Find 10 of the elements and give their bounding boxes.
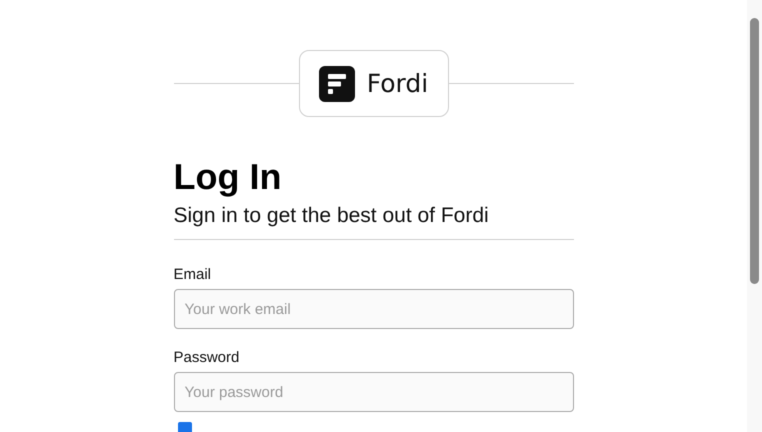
logo-icon bbox=[318, 66, 355, 102]
logo-text: Fordi bbox=[366, 69, 428, 98]
remember-checkbox[interactable] bbox=[178, 422, 192, 432]
input-field[interactable]: Your password bbox=[174, 372, 574, 412]
page-subtitle: Sign in to get the best out of Fordi bbox=[174, 203, 490, 229]
field-label: Password bbox=[174, 349, 240, 367]
scrollbar[interactable] bbox=[747, 0, 762, 432]
field-label: Email bbox=[174, 266, 212, 284]
page-title: Log In bbox=[174, 157, 282, 197]
input-field[interactable]: Your work email bbox=[174, 289, 574, 329]
